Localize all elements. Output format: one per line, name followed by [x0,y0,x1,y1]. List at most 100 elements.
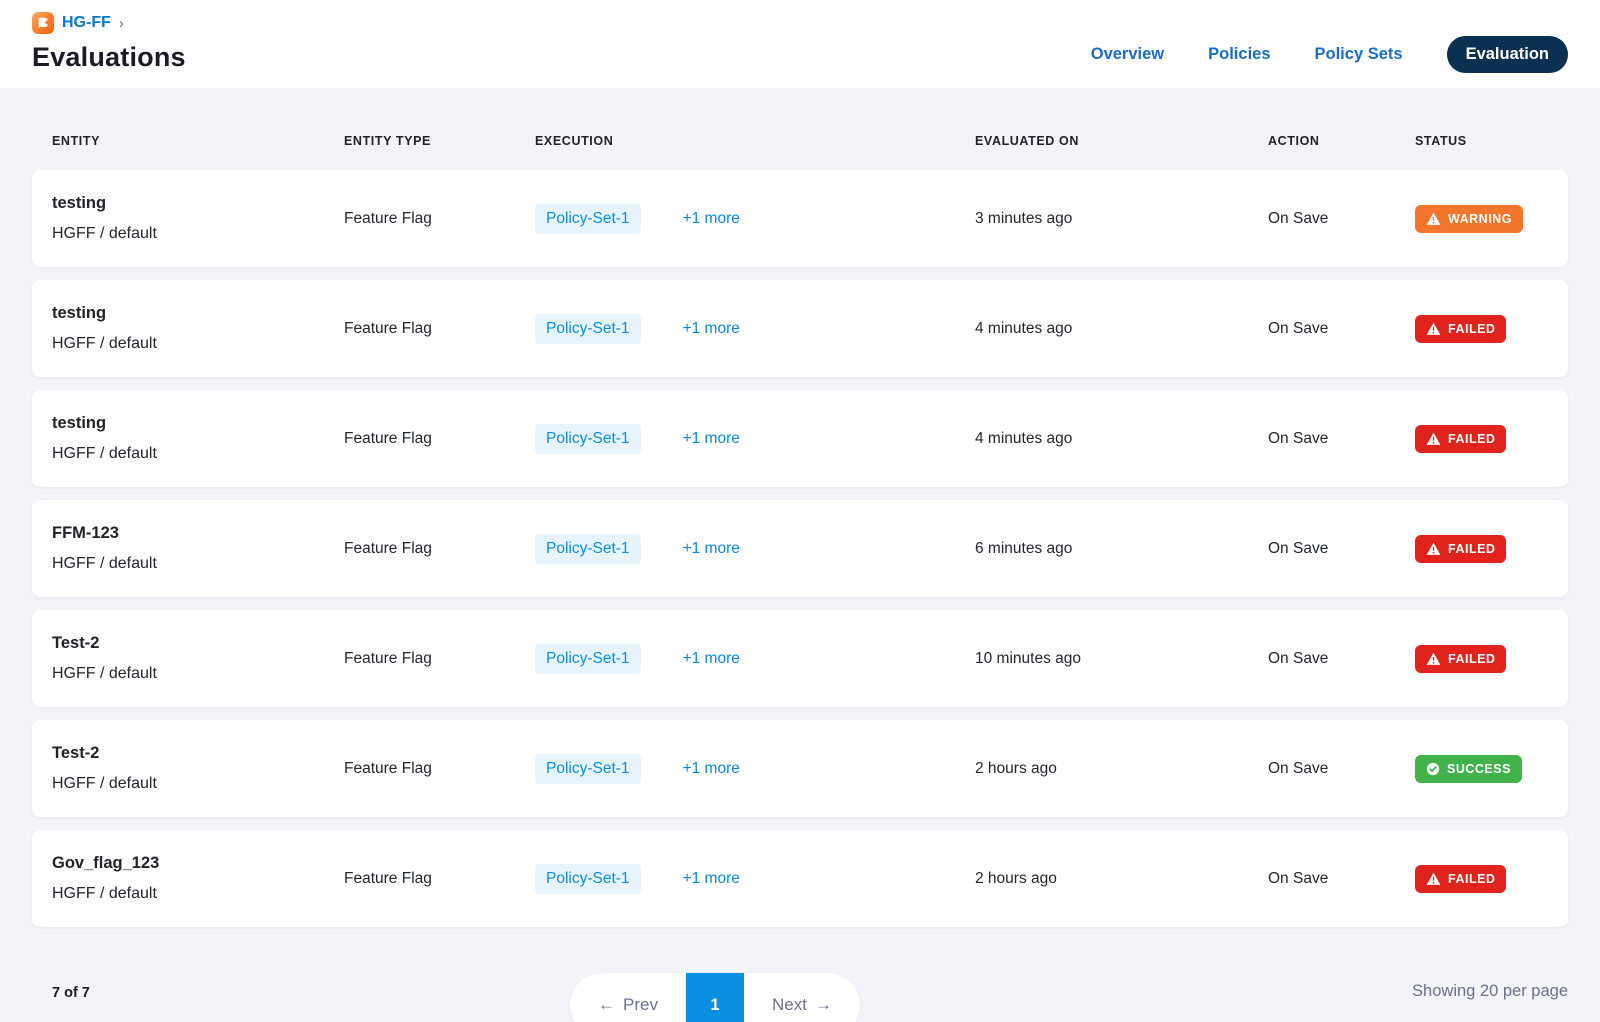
evaluations-panel: ENTITY ENTITY TYPE EXECUTION EVALUATED O… [0,88,1600,1022]
warning-triangle-icon [1426,872,1441,886]
page-1-button[interactable]: 1 [686,973,744,1022]
policy-set-chip[interactable]: Policy-Set-1 [535,864,641,894]
entity-name: Test-2 [52,634,344,653]
policy-set-chip[interactable]: Policy-Set-1 [535,424,641,454]
policy-set-chip[interactable]: Policy-Set-1 [535,534,641,564]
status-badge: FAILED [1415,425,1506,453]
prev-page-button[interactable]: ← Prev [570,973,686,1022]
action-cell: On Save [1268,540,1415,558]
policy-set-chip[interactable]: Policy-Set-1 [535,314,641,344]
entity-name: FFM-123 [52,524,344,543]
entity-type-cell: Feature Flag [344,760,535,778]
more-policies-link[interactable]: +1 more [683,210,740,228]
entity-name: testing [52,304,344,323]
table-header-row: ENTITY ENTITY TYPE EXECUTION EVALUATED O… [32,88,1568,170]
column-header-action: ACTION [1268,134,1415,170]
entity-type-cell: Feature Flag [344,320,535,338]
evaluated-on-cell: 4 minutes ago [975,320,1268,338]
execution-cell: Policy-Set-1 +1 more [535,204,975,234]
breadcrumb-project-link[interactable]: HG-FF [62,14,111,32]
feature-flag-product-icon [32,12,54,34]
entity-type-cell: Feature Flag [344,540,535,558]
entity-scope: HGFF / default [52,885,344,903]
table-row[interactable]: Test-2 HGFF / default Feature Flag Polic… [32,610,1568,707]
entity-cell: FFM-123 HGFF / default [52,524,344,573]
entity-cell: Test-2 HGFF / default [52,634,344,683]
status-badge: FAILED [1415,315,1506,343]
page-size-label: Showing 20 per page [1412,982,1568,1001]
entity-name: Test-2 [52,744,344,763]
execution-cell: Policy-Set-1 +1 more [535,424,975,454]
execution-cell: Policy-Set-1 +1 more [535,754,975,784]
success-check-icon [1426,762,1440,776]
status-cell: FAILED [1415,645,1548,673]
table-row[interactable]: Test-2 HGFF / default Feature Flag Polic… [32,720,1568,817]
status-cell: FAILED [1415,315,1548,343]
table-row[interactable]: testing HGFF / default Feature Flag Poli… [32,390,1568,487]
status-badge: SUCCESS [1415,755,1522,783]
execution-cell: Policy-Set-1 +1 more [535,314,975,344]
entity-scope: HGFF / default [52,665,344,683]
entity-scope: HGFF / default [52,775,344,793]
table-footer: 7 of 7 ← Prev 1 Next → Showing 20 per pa… [0,940,1600,1022]
warning-triangle-icon [1426,322,1441,336]
more-policies-link[interactable]: +1 more [683,540,740,558]
action-cell: On Save [1268,320,1415,338]
table-row[interactable]: testing HGFF / default Feature Flag Poli… [32,280,1568,377]
evaluated-on-cell: 3 minutes ago [975,210,1268,228]
next-label: Next [772,995,807,1015]
nav-tab-evaluation-active[interactable]: Evaluation [1447,36,1568,73]
more-policies-link[interactable]: +1 more [683,760,740,778]
policy-set-chip[interactable]: Policy-Set-1 [535,644,641,674]
more-policies-link[interactable]: +1 more [683,650,740,668]
pagination: ← Prev 1 Next → [570,973,860,1022]
entity-name: testing [52,414,344,433]
entity-cell: testing HGFF / default [52,414,344,463]
action-cell: On Save [1268,210,1415,228]
status-cell: WARNING [1415,205,1548,233]
status-badge: FAILED [1415,535,1506,563]
execution-cell: Policy-Set-1 +1 more [535,644,975,674]
policy-set-chip[interactable]: Policy-Set-1 [535,204,641,234]
nav-tab-policy-sets[interactable]: Policy Sets [1315,45,1403,64]
entity-type-cell: Feature Flag [344,870,535,888]
more-policies-link[interactable]: +1 more [683,430,740,448]
evaluated-on-cell: 2 hours ago [975,760,1268,778]
warning-triangle-icon [1426,652,1441,666]
entity-name: Gov_flag_123 [52,854,344,873]
status-label: SUCCESS [1447,762,1511,776]
evaluated-on-cell: 10 minutes ago [975,650,1268,668]
entity-cell: testing HGFF / default [52,194,344,243]
entity-cell: Test-2 HGFF / default [52,744,344,793]
breadcrumb: HG-FF › [32,10,186,36]
entity-scope: HGFF / default [52,225,344,243]
table-row[interactable]: FFM-123 HGFF / default Feature Flag Poli… [32,500,1568,597]
flag-icon [36,16,50,30]
result-count: 7 of 7 [52,985,90,1001]
nav-tab-policies[interactable]: Policies [1208,45,1270,64]
column-header-entity-type: ENTITY TYPE [344,134,535,170]
status-cell: FAILED [1415,425,1548,453]
status-badge: WARNING [1415,205,1523,233]
entity-cell: Gov_flag_123 HGFF / default [52,854,344,903]
action-cell: On Save [1268,430,1415,448]
nav-tab-overview[interactable]: Overview [1091,45,1164,64]
table-body: testing HGFF / default Feature Flag Poli… [32,170,1568,940]
entity-name: testing [52,194,344,213]
next-page-button[interactable]: Next → [744,973,860,1022]
policy-set-chip[interactable]: Policy-Set-1 [535,754,641,784]
status-badge: FAILED [1415,645,1506,673]
table-row[interactable]: Gov_flag_123 HGFF / default Feature Flag… [32,830,1568,927]
prev-label: Prev [623,995,658,1015]
warning-triangle-icon [1426,432,1441,446]
more-policies-link[interactable]: +1 more [683,870,740,888]
status-label: FAILED [1448,322,1495,336]
page-title: Evaluations [32,42,186,73]
column-header-evaluated-on: EVALUATED ON [975,134,1268,170]
entity-scope: HGFF / default [52,555,344,573]
table-row[interactable]: testing HGFF / default Feature Flag Poli… [32,170,1568,267]
column-header-entity: ENTITY [52,134,344,170]
column-header-execution: EXECUTION [535,134,975,170]
status-label: WARNING [1448,212,1512,226]
more-policies-link[interactable]: +1 more [683,320,740,338]
